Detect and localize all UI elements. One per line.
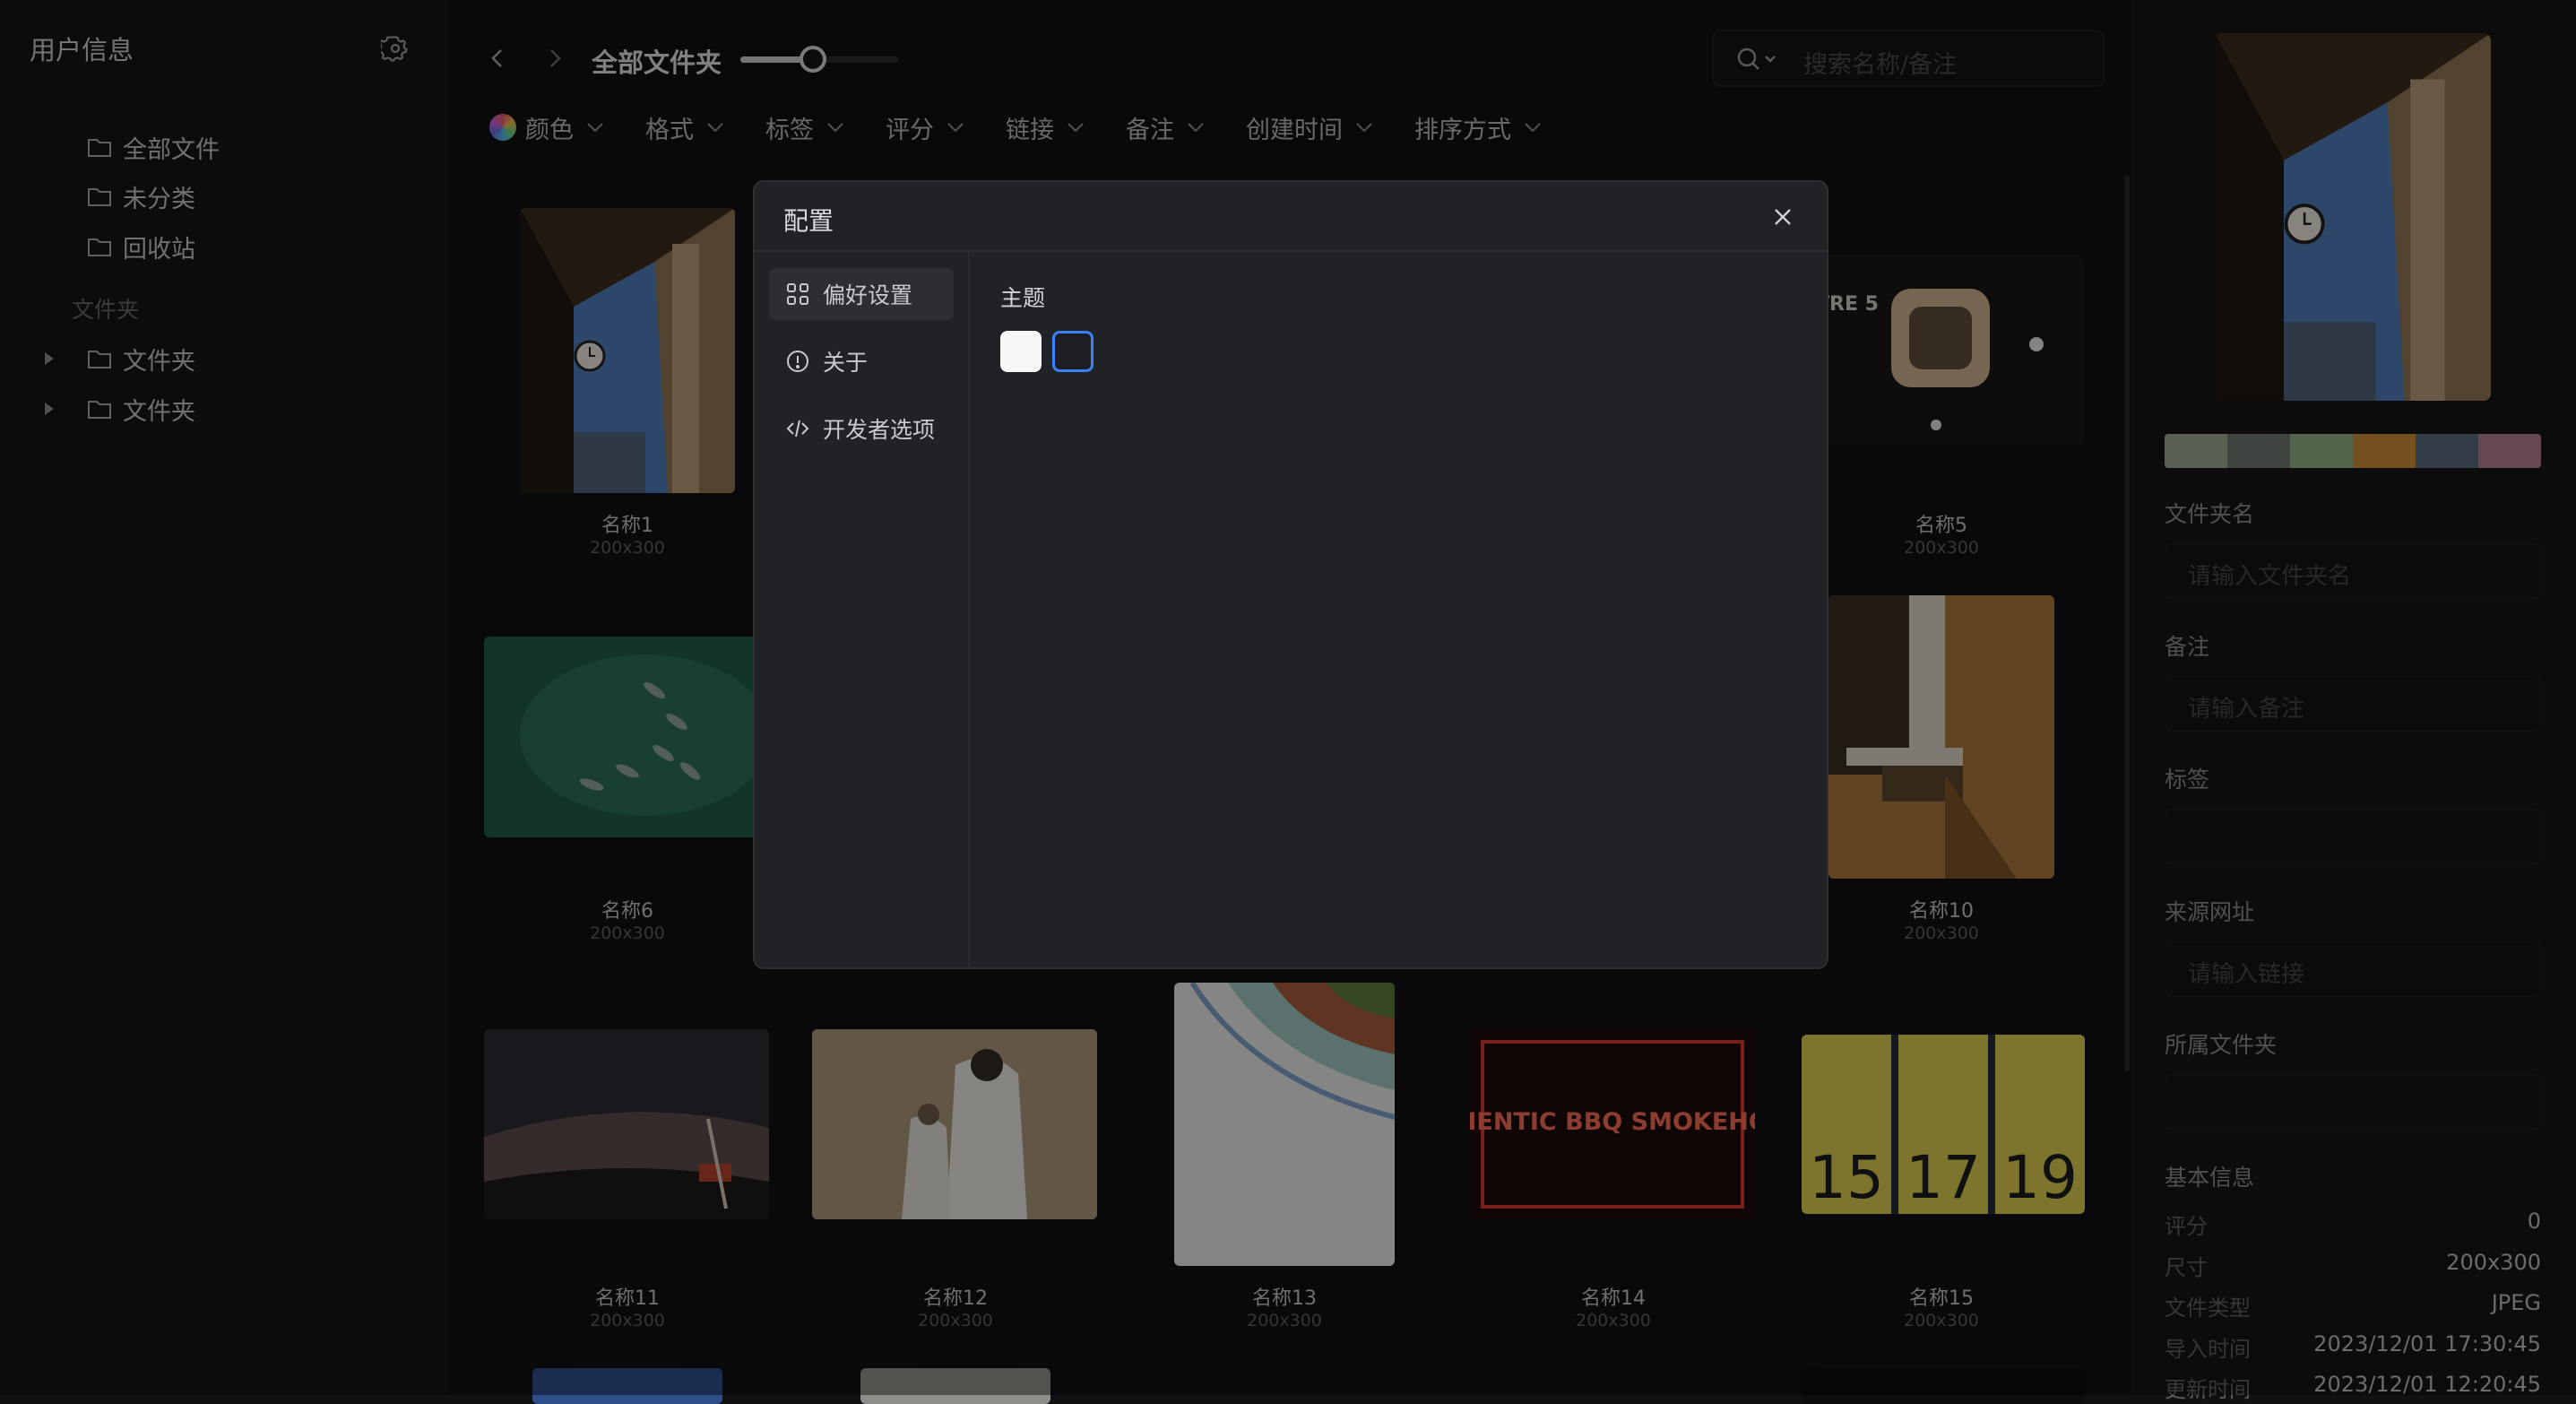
theme-swatches: [1000, 331, 1104, 372]
theme-light-swatch[interactable]: [1000, 331, 1042, 372]
nav-label: 开发者选项: [823, 417, 936, 443]
dialog-header: 配置: [755, 182, 1827, 252]
nav-developer-options[interactable]: 开发者选项: [769, 403, 954, 455]
settings-dialog: 配置 偏好设置 关于 开发者选项 主题: [753, 180, 1828, 969]
nav-preferences[interactable]: 偏好设置: [769, 268, 954, 320]
theme-dark-swatch[interactable]: [1052, 331, 1094, 372]
theme-label: 主题: [1000, 285, 1046, 311]
dialog-title: 配置: [783, 206, 834, 236]
nav-label: 偏好设置: [823, 282, 913, 308]
dialog-nav: 偏好设置 关于 开发者选项: [755, 252, 970, 967]
close-icon[interactable]: [1773, 207, 1793, 227]
dialog-body: 主题: [1000, 281, 1104, 372]
info-icon: [787, 351, 808, 372]
code-icon: [786, 420, 809, 438]
nav-about[interactable]: 关于: [769, 335, 954, 387]
grid-icon: [787, 283, 808, 305]
nav-label: 关于: [823, 350, 869, 376]
